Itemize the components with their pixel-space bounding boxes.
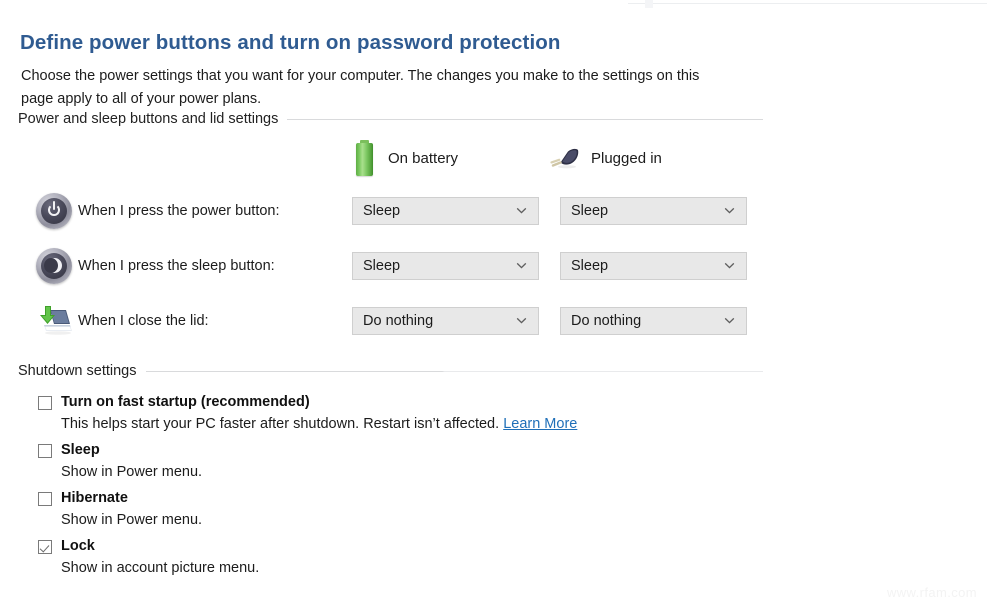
dropdown-value: Sleep (571, 203, 609, 219)
page-description: Choose the power settings that you want … (21, 67, 700, 107)
column-header-plugged-in: Plugged in (548, 140, 662, 176)
shutdown-option-description: Show in account picture menu. (61, 560, 260, 576)
shutdown-option-fast-startup: Turn on fast startup (recommended) This … (38, 393, 738, 435)
chevron-down-icon (724, 205, 735, 216)
hibernate-checkbox[interactable] (38, 492, 52, 506)
sleep-checkbox[interactable] (38, 444, 52, 458)
dropdown-value: Do nothing (571, 313, 642, 329)
fast-startup-checkbox[interactable] (38, 396, 52, 410)
lock-checkbox[interactable] (38, 540, 52, 554)
shutdown-option-lock: Lock Show in account picture menu. (38, 537, 738, 579)
group-header-shutdown-settings: Shutdown settings (18, 363, 763, 379)
column-header-on-battery: On battery (353, 140, 458, 176)
shutdown-option-title: Sleep (61, 442, 100, 458)
shutdown-option-hibernate: Hibernate Show in Power menu. (38, 489, 738, 531)
group-header-power-and-lid: Power and sleep buttons and lid settings (18, 111, 763, 127)
battery-icon (353, 140, 377, 176)
group-header-label: Power and sleep buttons and lid settings (18, 111, 279, 127)
sleep-button-icon (36, 246, 78, 286)
shutdown-option-description: This helps start your PC faster after sh… (61, 414, 738, 435)
setting-row-close-lid: When I close the lid: Do nothing Do noth… (36, 301, 756, 341)
close-lid-plugged-in-dropdown[interactable]: Do nothing (560, 307, 747, 335)
shutdown-option-title: Hibernate (61, 490, 128, 506)
window-top-tab-stub (645, 0, 653, 8)
dropdown-value: Do nothing (363, 313, 434, 329)
dropdown-value: Sleep (363, 258, 401, 274)
description-text: This helps start your PC faster after sh… (61, 416, 500, 432)
column-header-label: On battery (388, 149, 459, 167)
shutdown-option-title: Lock (61, 538, 95, 554)
power-button-plugged-in-dropdown[interactable]: Sleep (560, 197, 747, 225)
setting-row-label: When I close the lid: (78, 313, 209, 329)
group-header-label: Shutdown settings (18, 363, 137, 379)
setting-row-label: When I press the sleep button: (78, 258, 275, 274)
shutdown-option-description: Show in Power menu. (61, 464, 203, 480)
learn-more-link[interactable]: Learn More (503, 416, 577, 432)
dropdown-value: Sleep (571, 258, 609, 274)
column-header-label: Plugged in (591, 149, 662, 167)
plug-icon (548, 146, 580, 170)
laptop-lid-icon (36, 301, 78, 341)
group-header-rule (145, 370, 763, 372)
setting-row-power-button: When I press the power button: Sleep Sle… (36, 191, 756, 231)
chevron-down-icon (516, 260, 527, 271)
setting-row-label: When I press the power button: (78, 203, 280, 219)
chevron-down-icon (724, 315, 735, 326)
group-header-rule (287, 118, 763, 120)
sleep-button-on-battery-dropdown[interactable]: Sleep (352, 252, 539, 280)
chevron-down-icon (516, 315, 527, 326)
page-title: Define power buttons and turn on passwor… (20, 30, 561, 54)
close-lid-on-battery-dropdown[interactable]: Do nothing (352, 307, 539, 335)
power-button-icon (36, 191, 78, 231)
sleep-button-plugged-in-dropdown[interactable]: Sleep (560, 252, 747, 280)
setting-row-sleep-button: When I press the sleep button: Sleep Sle… (36, 246, 756, 286)
power-button-on-battery-dropdown[interactable]: Sleep (352, 197, 539, 225)
chevron-down-icon (724, 260, 735, 271)
chevron-down-icon (516, 205, 527, 216)
shutdown-option-title: Turn on fast startup (recommended) (61, 394, 310, 410)
dropdown-value: Sleep (363, 203, 401, 219)
watermark: www.rfam.com (886, 585, 977, 600)
shutdown-option-description: Show in Power menu. (61, 512, 203, 528)
shutdown-option-sleep: Sleep Show in Power menu. (38, 441, 738, 483)
window-top-divider (628, 3, 987, 4)
